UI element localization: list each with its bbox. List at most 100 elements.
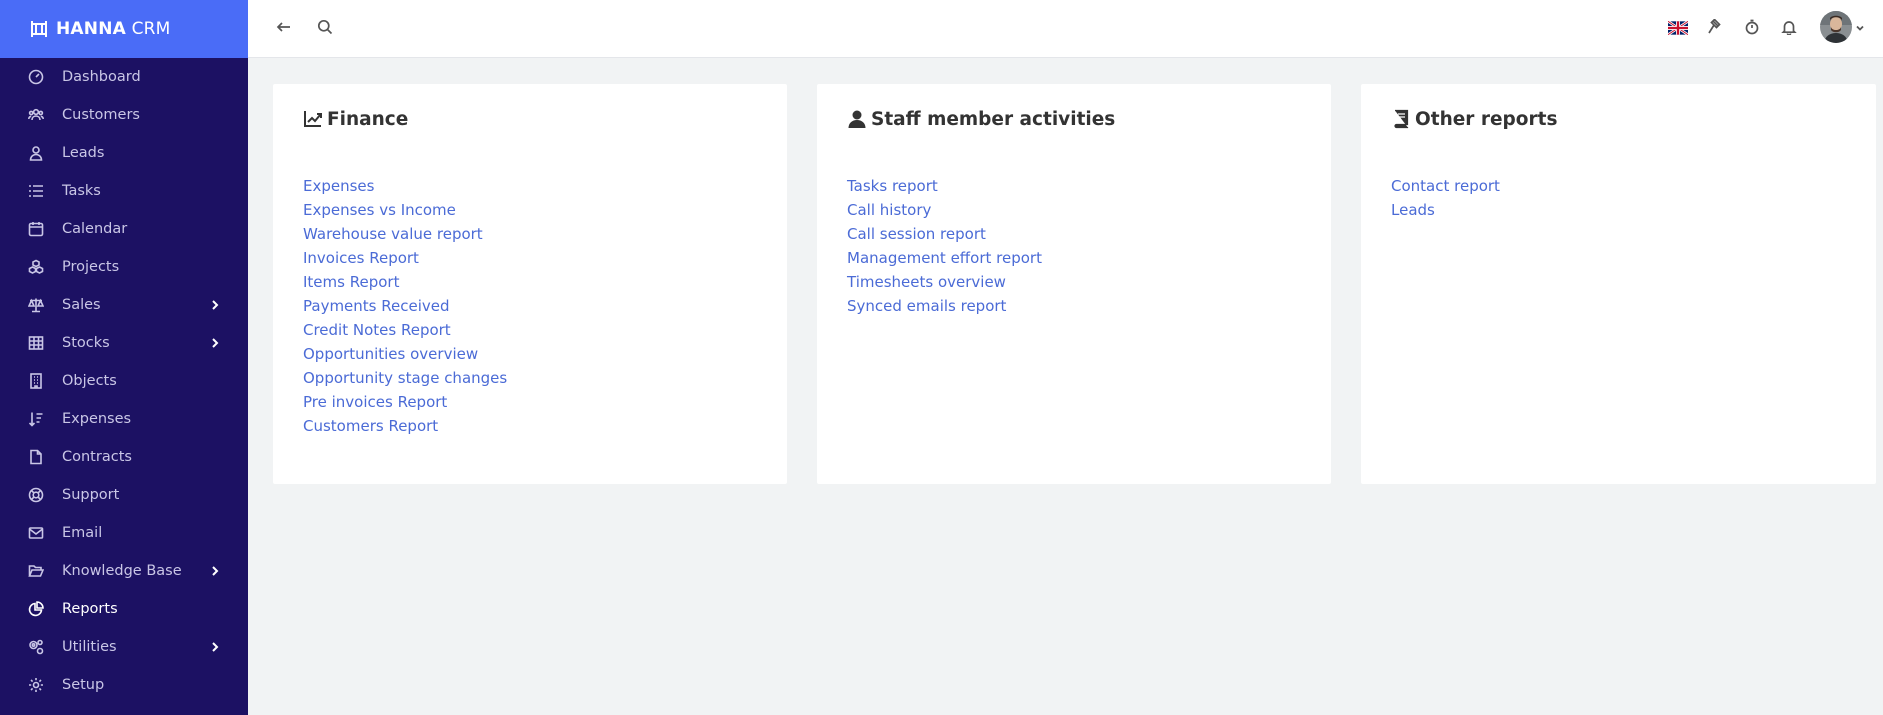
sidebar-item-label: Customers — [62, 107, 140, 123]
list-item: Expenses vs Income — [303, 198, 757, 222]
chevron-right-icon — [210, 337, 220, 349]
stopwatch-icon[interactable] — [1742, 17, 1762, 37]
sidebar-item-sales[interactable]: Sales — [0, 286, 248, 324]
sidebar-item-label: Reports — [62, 601, 118, 617]
back-arrow-icon[interactable] — [274, 17, 294, 37]
other-links: Contact report Leads — [1391, 174, 1846, 222]
panel-title: Finance — [303, 104, 757, 134]
report-link-invoices[interactable]: Invoices Report — [303, 249, 419, 267]
report-link-call-history[interactable]: Call history — [847, 201, 931, 219]
sidebar-item-label: Sales — [62, 297, 101, 313]
list-item: Management effort report — [847, 246, 1301, 270]
gavel-icon[interactable] — [1705, 17, 1725, 37]
sidebar-item-label: Contracts — [62, 449, 132, 465]
sidebar-item-calendar[interactable]: Calendar — [0, 210, 248, 248]
sidebar-item-support[interactable]: Support — [0, 476, 248, 514]
list-item: Invoices Report — [303, 246, 757, 270]
brand-name: HANNA CRM — [56, 19, 171, 39]
sidebar-item-customers[interactable]: Customers — [0, 96, 248, 134]
report-link-expenses-vs-income[interactable]: Expenses vs Income — [303, 201, 456, 219]
report-link-contact[interactable]: Contact report — [1391, 177, 1500, 195]
report-link-expenses[interactable]: Expenses — [303, 177, 374, 195]
bell-icon[interactable] — [1779, 17, 1799, 37]
cogs-icon — [28, 639, 44, 655]
chevron-down-icon[interactable] — [1855, 18, 1865, 37]
sidebar-item-contracts[interactable]: Contracts — [0, 438, 248, 476]
cubes-icon — [28, 259, 44, 275]
list-item: Credit Notes Report — [303, 318, 757, 342]
sidebar-item-reports[interactable]: Reports — [0, 590, 248, 628]
sidebar-item-objects[interactable]: Objects — [0, 362, 248, 400]
sidebar-item-expenses[interactable]: Expenses — [0, 400, 248, 438]
uk-flag-icon[interactable] — [1667, 20, 1689, 36]
sidebar-item-tasks[interactable]: Tasks — [0, 172, 248, 210]
list-item: Call history — [847, 198, 1301, 222]
table-icon — [28, 335, 44, 351]
sidebar-item-label: Calendar — [62, 221, 128, 237]
list-item: Timesheets overview — [847, 270, 1301, 294]
sidebar-item-label: Leads — [62, 145, 105, 161]
topbar — [248, 0, 1883, 58]
sidebar: HANNA CRM Dashboard Customers Leads Task… — [0, 0, 248, 715]
report-link-timesheets-overview[interactable]: Timesheets overview — [847, 273, 1006, 291]
report-link-synced-emails[interactable]: Synced emails report — [847, 297, 1006, 315]
panel-title: Staff member activities — [847, 104, 1301, 134]
report-link-leads[interactable]: Leads — [1391, 201, 1435, 219]
line-chart-icon — [303, 109, 323, 129]
sidebar-item-label: Stocks — [62, 335, 110, 351]
staff-activities-panel: Staff member activities Tasks report Cal… — [817, 84, 1331, 484]
sidebar-item-label: Dashboard — [62, 69, 141, 85]
staff-title: Staff member activities — [871, 108, 1116, 130]
list-item: Call session report — [847, 222, 1301, 246]
sidebar-item-label: Utilities — [62, 639, 117, 655]
sidebar-item-label: Expenses — [62, 411, 132, 427]
sidebar-item-projects[interactable]: Projects — [0, 248, 248, 286]
finance-title: Finance — [327, 108, 409, 130]
list-item: Tasks report — [847, 174, 1301, 198]
sidebar-item-leads[interactable]: Leads — [0, 134, 248, 172]
report-link-warehouse-value[interactable]: Warehouse value report — [303, 225, 483, 243]
sidebar-item-label: Setup — [62, 677, 105, 693]
sidebar-item-dashboard[interactable]: Dashboard — [0, 58, 248, 96]
list-item: Customers Report — [303, 414, 757, 438]
sort-icon — [28, 411, 44, 427]
sidebar-item-setup[interactable]: Setup — [0, 666, 248, 704]
building-icon — [28, 373, 44, 389]
report-link-credit-notes[interactable]: Credit Notes Report — [303, 321, 451, 339]
report-link-payments-received[interactable]: Payments Received — [303, 297, 450, 315]
sidebar-item-knowledge-base[interactable]: Knowledge Base — [0, 552, 248, 590]
finance-panel: Finance Expenses Expenses vs Income Ware… — [273, 84, 787, 484]
sidebar-item-email[interactable]: Email — [0, 514, 248, 552]
list-item: Opportunity stage changes — [303, 366, 757, 390]
sidebar-item-label: Support — [62, 487, 120, 503]
user-menu[interactable] — [1820, 11, 1865, 43]
finance-links: Expenses Expenses vs Income Warehouse va… — [303, 174, 757, 438]
sidebar-nav: Dashboard Customers Leads Tasks Calendar… — [0, 58, 248, 704]
sidebar-item-stocks[interactable]: Stocks — [0, 324, 248, 362]
sidebar-item-label: Email — [62, 525, 103, 541]
report-link-items[interactable]: Items Report — [303, 273, 399, 291]
sidebar-item-utilities[interactable]: Utilities — [0, 628, 248, 666]
sidebar-item-label: Projects — [62, 259, 120, 275]
gear-icon — [28, 677, 44, 693]
report-link-pre-invoices[interactable]: Pre invoices Report — [303, 393, 447, 411]
list-item: Payments Received — [303, 294, 757, 318]
file-icon — [28, 449, 44, 465]
list-item: Synced emails report — [847, 294, 1301, 318]
report-link-management-effort[interactable]: Management effort report — [847, 249, 1042, 267]
user-icon — [847, 109, 867, 129]
report-link-opportunity-stage-changes[interactable]: Opportunity stage changes — [303, 369, 507, 387]
report-link-opportunities-overview[interactable]: Opportunities overview — [303, 345, 478, 363]
report-link-tasks[interactable]: Tasks report — [847, 177, 938, 195]
search-icon[interactable] — [315, 17, 335, 37]
gauge-icon — [28, 69, 44, 85]
avatar[interactable] — [1820, 11, 1852, 43]
brand-bar[interactable]: HANNA CRM — [0, 0, 248, 58]
users-icon — [28, 107, 44, 123]
report-link-customers[interactable]: Customers Report — [303, 417, 438, 435]
chevron-right-icon — [210, 299, 220, 311]
list-item: Items Report — [303, 270, 757, 294]
report-link-call-session[interactable]: Call session report — [847, 225, 986, 243]
scale-icon — [28, 297, 44, 313]
other-title: Other reports — [1415, 108, 1558, 130]
